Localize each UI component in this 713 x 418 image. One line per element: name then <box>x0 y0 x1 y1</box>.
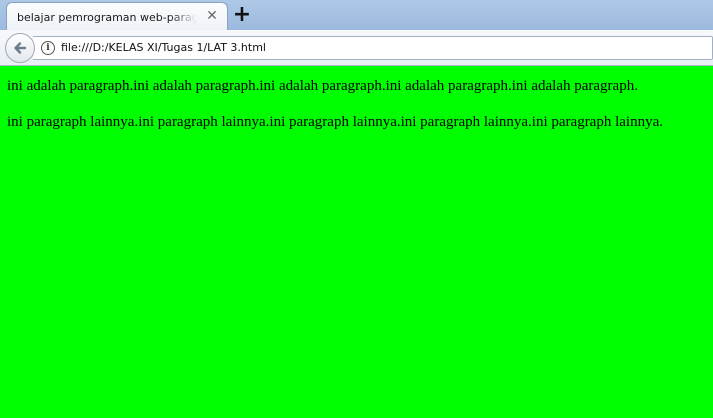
navigation-bar: i file:///D:/KELAS XI/Tugas 1/LAT 3.html <box>0 30 713 66</box>
back-arrow-icon <box>14 42 27 54</box>
url-bar[interactable]: i file:///D:/KELAS XI/Tugas 1/LAT 3.html <box>33 36 713 60</box>
back-button[interactable] <box>5 33 35 63</box>
browser-tab[interactable]: belajar pemrograman web-paragraph ✕ <box>6 2 228 31</box>
new-tab-button[interactable]: + <box>232 4 252 26</box>
info-icon[interactable]: i <box>41 41 55 55</box>
tab-strip: belajar pemrograman web-paragraph ✕ + <box>0 0 713 31</box>
paragraph-2: ini paragraph lainnya.ini paragraph lain… <box>7 114 663 130</box>
url-text[interactable]: file:///D:/KELAS XI/Tugas 1/LAT 3.html <box>61 41 266 54</box>
paragraph-1: ini adalah paragraph.ini adalah paragrap… <box>7 78 638 94</box>
close-icon[interactable]: ✕ <box>205 8 219 24</box>
page-content: ini adalah paragraph.ini adalah paragrap… <box>0 67 713 418</box>
tab-title: belajar pemrograman web-paragraph <box>17 10 197 24</box>
